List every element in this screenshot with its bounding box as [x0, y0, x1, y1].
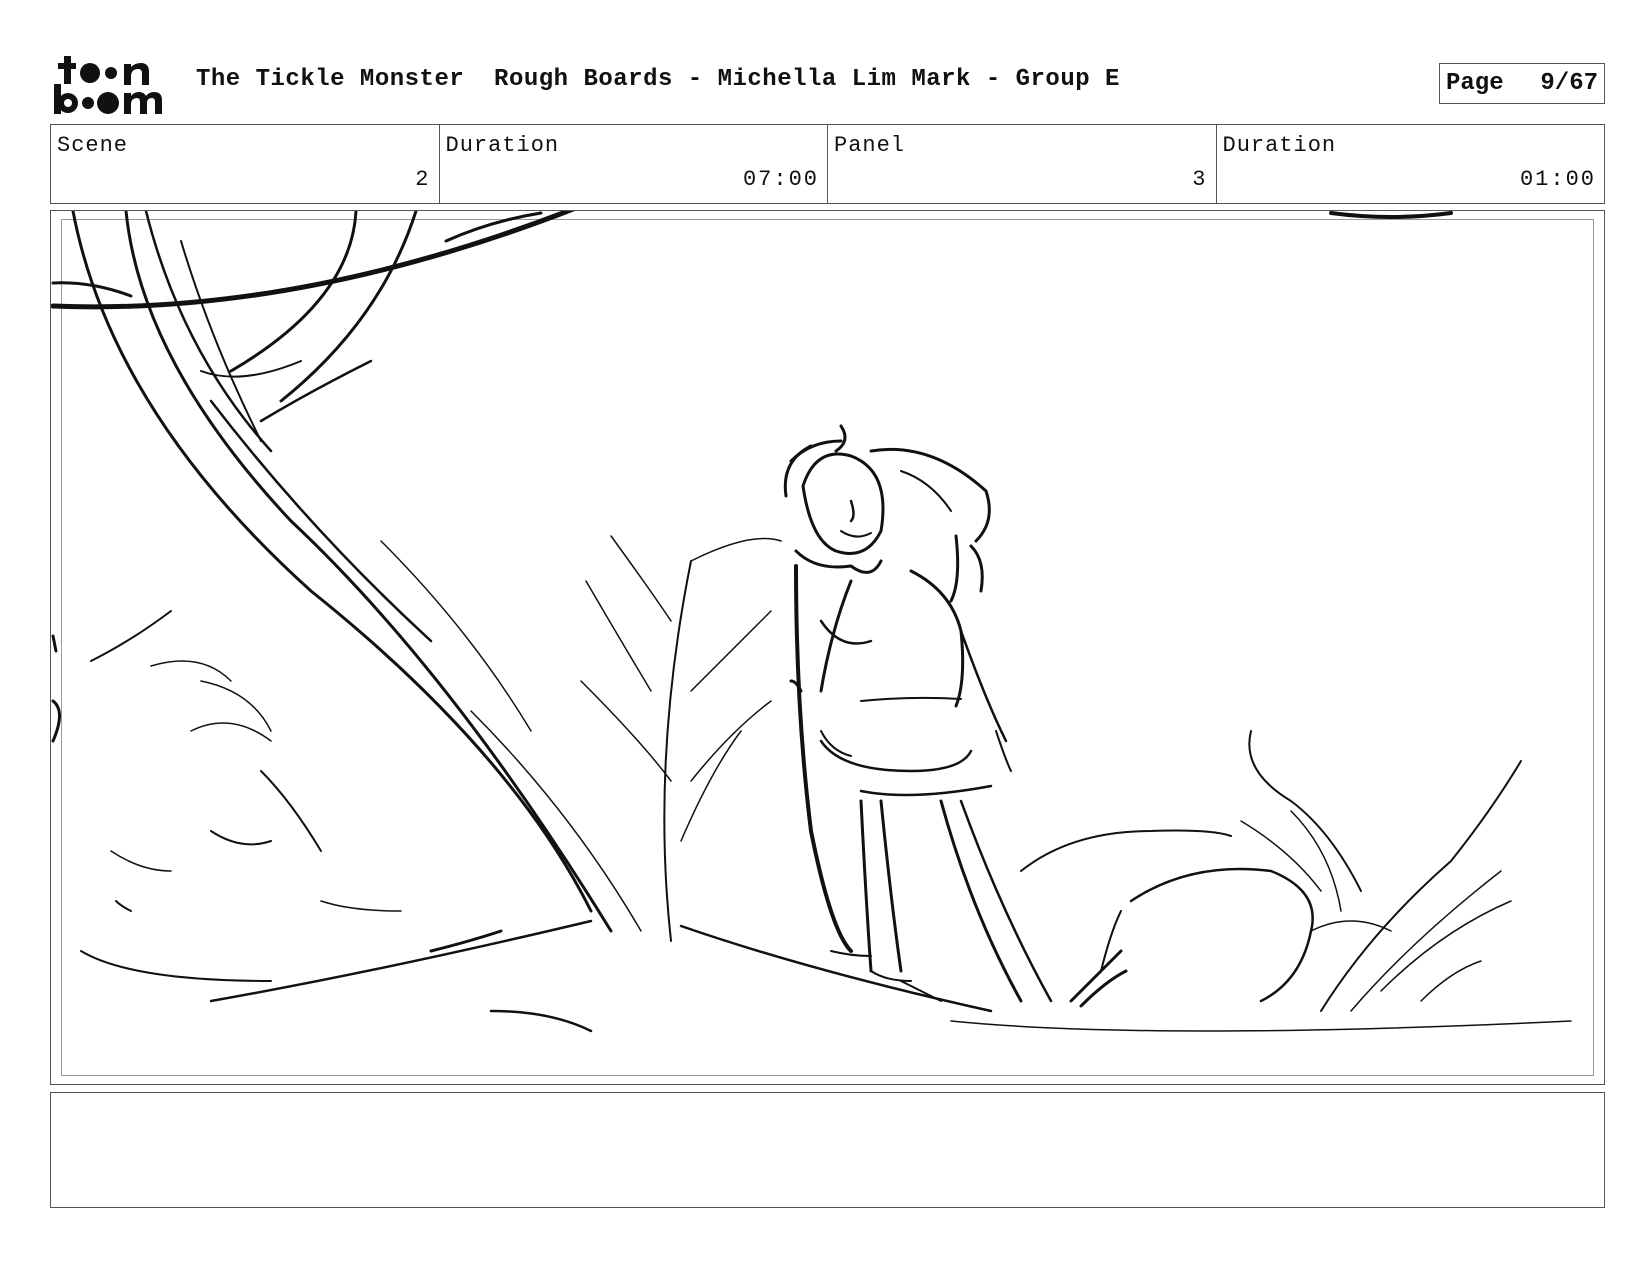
scene-value: 2 — [415, 167, 431, 192]
panel-duration-value: 01:00 — [1519, 167, 1596, 192]
page-number: 9/67 — [1540, 70, 1598, 97]
page-label: Page — [1446, 70, 1504, 97]
scene-cell: Scene 2 — [51, 125, 440, 203]
scene-duration-cell: Duration 07:00 — [440, 125, 828, 203]
toonboom-logo — [54, 56, 162, 114]
panel-label: Panel — [834, 133, 906, 158]
panel-notes — [50, 1092, 1605, 1208]
scene-duration-label: Duration — [445, 133, 560, 158]
document-title: The Tickle Monster Rough Boards - Michel… — [196, 66, 1120, 93]
storyboard-panel — [50, 210, 1605, 1085]
scene-duration-value: 07:00 — [742, 167, 819, 192]
rough-sketch — [51, 211, 1572, 1033]
panel-duration-label: Duration — [1222, 133, 1337, 158]
panel-value: 3 — [1192, 167, 1208, 192]
panel-info-table: Scene 2 Duration 07:00 Panel 3 Duration … — [50, 124, 1605, 204]
panel-cell: Panel 3 — [828, 125, 1217, 203]
page-indicator: Page 9/67 — [1439, 63, 1605, 104]
scene-label: Scene — [57, 133, 129, 158]
panel-duration-cell: Duration 01:00 — [1217, 125, 1605, 203]
